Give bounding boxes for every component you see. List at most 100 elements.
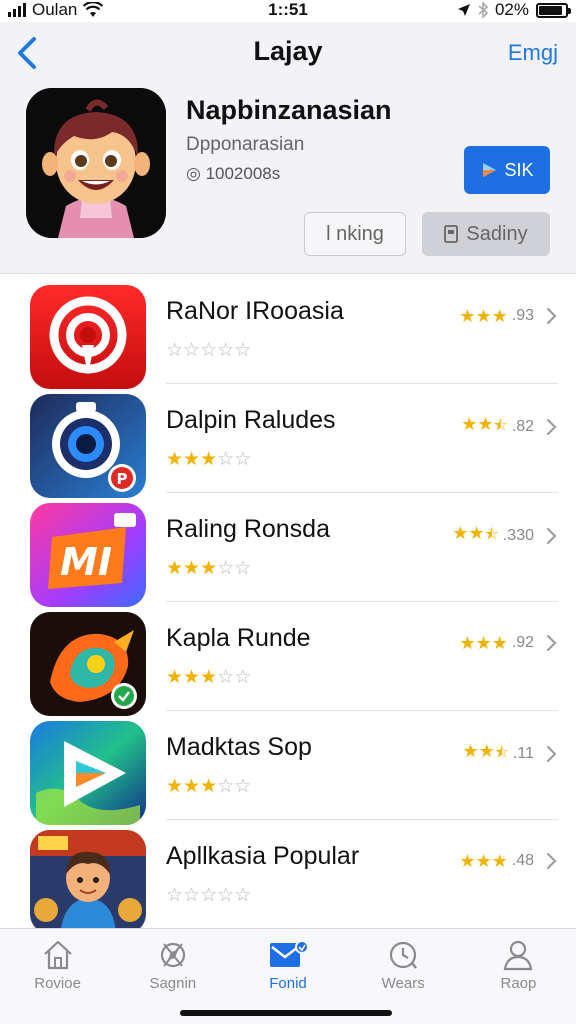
star-filled-icon: ★: [475, 305, 492, 326]
right-stars: ★★⯪: [452, 523, 499, 549]
star-filled-icon: ★: [183, 667, 201, 688]
mi-logo-icon: MI: [30, 503, 146, 607]
featured-title: Napbinzanasian: [186, 95, 392, 125]
camera-lens-icon: P: [30, 394, 146, 498]
list-item[interactable]: P Dalpin Raludes ★★★☆☆ ★★⯪ .82: [0, 384, 576, 498]
star-filled-icon: ★: [475, 632, 492, 653]
home-icon: [43, 940, 72, 970]
battery-percent: 02%: [494, 0, 529, 19]
tab-label: Fonid: [269, 975, 307, 992]
star-filled-icon: ★: [166, 776, 184, 797]
list-item[interactable]: Apllkasia Popular ☆☆☆☆☆ ★★★ .48: [0, 820, 576, 934]
star-empty-icon: ☆: [166, 885, 184, 906]
right-rating: ★★★ .92: [459, 632, 558, 654]
right-stars: ★★⯪: [462, 741, 509, 767]
app-stars: ★★★☆☆: [166, 775, 251, 798]
star-empty-icon: ☆: [166, 340, 184, 361]
get-button-label: SIK: [504, 159, 534, 180]
star-empty-icon: ☆: [234, 667, 252, 688]
right-rating: ★★★ .93: [459, 305, 558, 327]
star-empty-icon: ☆: [217, 667, 235, 688]
linking-button[interactable]: l nking: [304, 212, 406, 256]
star-filled-icon: ★: [491, 632, 508, 653]
bluetooth-icon: [478, 2, 488, 18]
cartoon-boy-icon: [30, 830, 146, 934]
home-indicator[interactable]: [180, 1010, 392, 1016]
right-stars: ★★★: [459, 851, 507, 872]
right-rating: ★★⯪ .11: [462, 741, 558, 767]
star-filled-icon: ★: [468, 523, 485, 543]
secondary-action-button[interactable]: Sadiny: [422, 212, 550, 256]
chevron-right-icon: [547, 528, 557, 544]
tab-label: Raop: [500, 975, 537, 992]
star-empty-icon: ☆: [217, 340, 235, 361]
list-item[interactable]: Madktas Sop ★★★☆☆ ★★⯪ .11: [0, 711, 576, 825]
rating-score: .11: [512, 745, 534, 762]
star-filled-icon: ★: [491, 850, 508, 871]
star-filled-icon: ⯪: [493, 417, 508, 434]
chevron-right-icon: [547, 419, 557, 435]
right-rating: ★★⯪ .82: [461, 414, 558, 440]
star-filled-icon: ★: [200, 667, 218, 688]
star-filled-icon: ★: [166, 449, 184, 470]
star-empty-icon: ☆: [234, 449, 252, 470]
tab-rovioe[interactable]: Rovioe: [0, 929, 115, 1024]
star-filled-icon: ★: [200, 776, 218, 797]
tab-label: Sagnin: [149, 975, 197, 992]
star-filled-icon: ★: [459, 632, 476, 653]
get-button[interactable]: SIK: [464, 146, 550, 194]
star-empty-icon: ☆: [217, 558, 235, 579]
compass-icon: [160, 942, 185, 968]
location-arrow-icon: [457, 4, 470, 16]
right-stars: ★★★: [459, 306, 507, 327]
featured-header: Lajay Emgj Napbinzanasian Dpponarasian ◎…: [0, 22, 576, 274]
colorful-bird-icon: [30, 612, 146, 716]
star-filled-icon: ★: [491, 305, 508, 326]
featured-subtitle: Dpponarasian: [186, 134, 305, 155]
page-title: Lajay: [253, 36, 323, 66]
tab-label: Rovioe: [34, 975, 81, 992]
tab-label: Wears: [381, 975, 425, 992]
star-filled-icon: ★: [183, 776, 201, 797]
star-empty-icon: ☆: [234, 340, 252, 361]
play-icon: [483, 163, 497, 177]
app-name: Kapla Runde: [166, 624, 311, 652]
cartoon-girl-icon: [26, 88, 166, 238]
secondary-action-label: Sadiny: [466, 222, 528, 245]
app-list: RaNor IRooasia ☆☆☆☆☆ ★★★ .93 P Dalpin Ra…: [0, 275, 576, 934]
list-item[interactable]: Kapla Runde ★★★☆☆ ★★★ .92: [0, 602, 576, 716]
mail-icon: [270, 940, 309, 967]
app-name: Apllkasia Popular: [166, 842, 360, 870]
star-empty-icon: ☆: [183, 340, 201, 361]
download-icon: ◎: [186, 164, 206, 183]
app-stars: ★★★☆☆: [166, 666, 251, 689]
star-filled-icon: ⯪: [494, 744, 509, 761]
star-filled-icon: ★: [183, 558, 201, 579]
tab-raop[interactable]: Raop: [461, 929, 576, 1024]
list-item[interactable]: MI Raling Ronsda ★★★☆☆ ★★⯪ .330: [0, 493, 576, 607]
right-rating: ★★★ .48: [459, 850, 558, 872]
star-filled-icon: ★: [166, 558, 184, 579]
app-stars: ★★★☆☆: [166, 448, 251, 471]
battery-icon: [536, 2, 571, 18]
svg-text:MI: MI: [60, 540, 112, 584]
app-name: Madktas Sop: [166, 733, 312, 761]
red-target-icon: [30, 285, 146, 389]
star-empty-icon: ☆: [200, 340, 218, 361]
star-filled-icon: ★: [478, 741, 495, 761]
right-stars: ★★⯪: [461, 414, 508, 440]
star-empty-icon: ☆: [234, 885, 252, 906]
star-empty-icon: ☆: [234, 558, 252, 579]
star-filled-icon: ★: [166, 667, 184, 688]
star-filled-icon: ★: [459, 850, 476, 871]
nav-right-link[interactable]: Emgj: [508, 40, 558, 66]
star-empty-icon: ☆: [183, 885, 201, 906]
rating-score: .48: [511, 852, 534, 869]
list-item[interactable]: RaNor IRooasia ☆☆☆☆☆ ★★★ .93: [0, 275, 576, 389]
svg-text:P: P: [117, 470, 128, 488]
star-filled-icon: ★: [452, 523, 469, 543]
app-name: RaNor IRooasia: [166, 297, 344, 325]
featured-app-icon[interactable]: [26, 88, 166, 238]
person-icon: [504, 940, 533, 971]
star-empty-icon: ☆: [217, 449, 235, 470]
